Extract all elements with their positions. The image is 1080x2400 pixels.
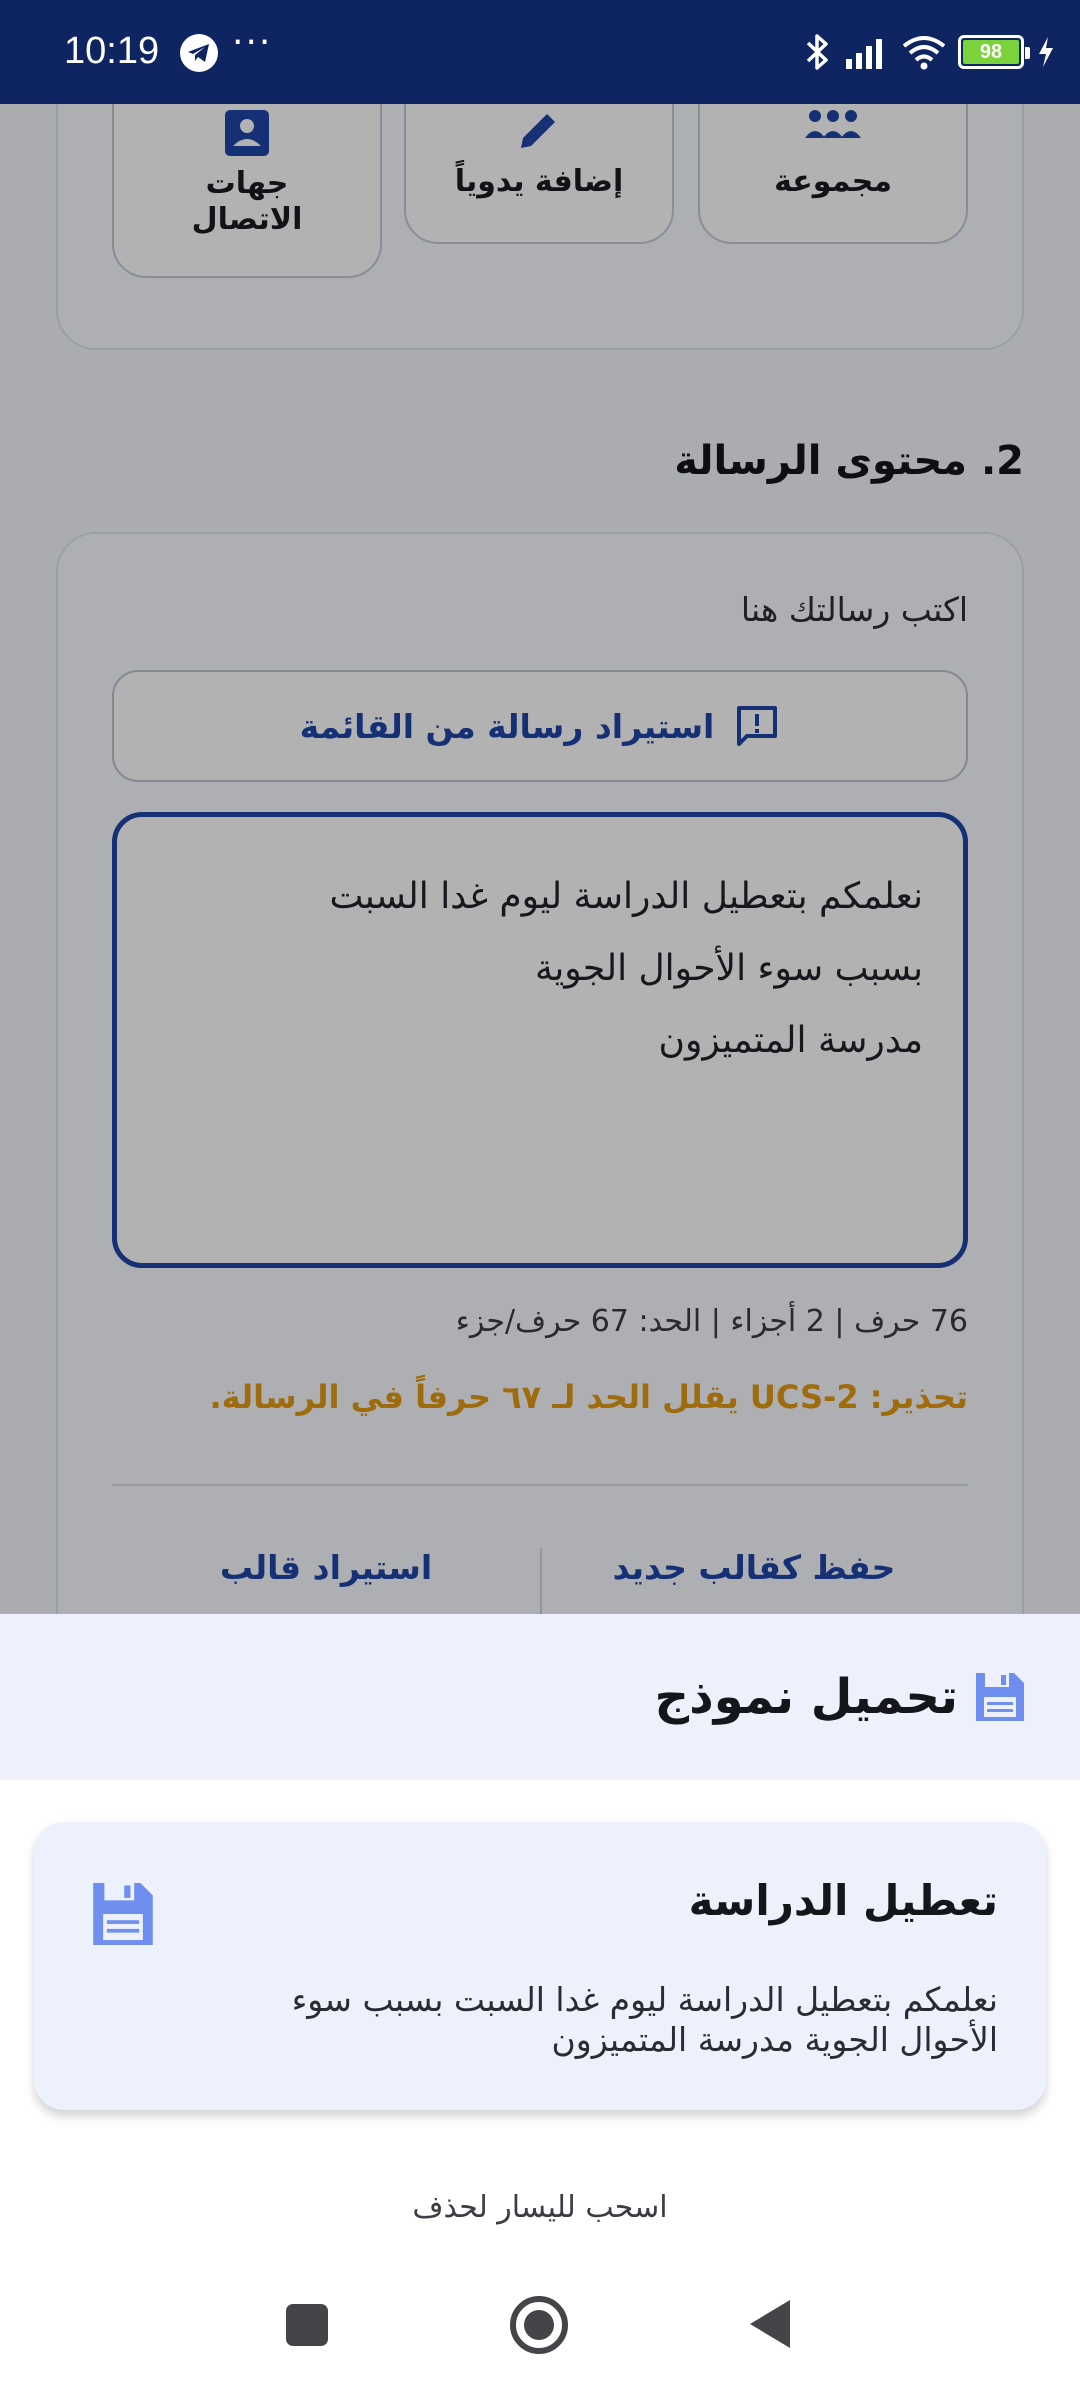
sheet-title: تحميل نموذج [654, 1669, 958, 1725]
wifi-icon [902, 36, 946, 70]
telegram-icon [180, 34, 218, 72]
home-button[interactable] [508, 2294, 570, 2356]
template-body: نعلمكم بتعطيل الدراسة ليوم غدا السبت بسب… [291, 1980, 998, 2059]
recents-button[interactable] [284, 2302, 330, 2348]
bluetooth-icon [806, 34, 828, 70]
template-card[interactable]: تعطيل الدراسة نعلمكم بتعطيل الدراسة ليوم… [34, 1822, 1046, 2110]
signal-icon [846, 39, 882, 69]
status-time: 10:19 [64, 30, 160, 72]
load-template-sheet: تحميل نموذج تعطيل الدراسة نعلمكم بتعطيل … [0, 1614, 1080, 2400]
back-button[interactable] [748, 2298, 792, 2350]
modal-scrim[interactable] [0, 104, 1080, 1614]
navigation-bar [0, 2290, 1080, 2400]
save-icon [93, 1882, 153, 1946]
sheet-header: تحميل نموذج [0, 1614, 1080, 1780]
more-notifications-icon: ··· [232, 22, 273, 63]
template-title: تعطيل الدراسة [688, 1876, 998, 1925]
charging-icon [1039, 37, 1053, 67]
save-icon [976, 1673, 1024, 1721]
swipe-hint: اسحب لليسار لحذف [412, 2190, 668, 2225]
battery-level: 98 [979, 41, 1003, 63]
battery-icon: 98 [958, 35, 1030, 69]
status-bar: 10:19 ··· 98 [0, 0, 1080, 104]
